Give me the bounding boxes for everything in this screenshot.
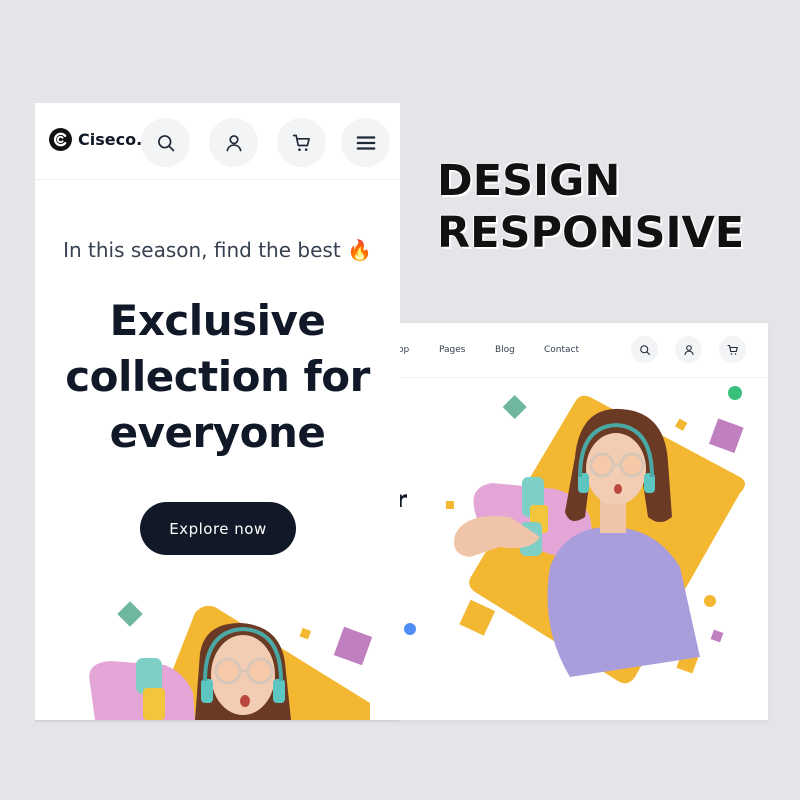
- user-icon[interactable]: [675, 336, 702, 363]
- headline-line-2: collection for: [65, 352, 370, 401]
- brand-logo[interactable]: Ciseco.: [48, 127, 142, 152]
- mobile-hero-image: [89, 601, 373, 720]
- explore-now-button[interactable]: Explore now: [140, 502, 296, 555]
- headline-line-3: everyone: [109, 408, 326, 457]
- cart-icon[interactable]: [277, 118, 326, 167]
- hero-tagline: In this season, find the best 🔥: [63, 238, 372, 262]
- hero-headline: Exclusive collection for everyone: [35, 293, 400, 461]
- nav-link-blog[interactable]: Blog: [495, 345, 515, 355]
- menu-icon[interactable]: [341, 118, 390, 167]
- search-icon[interactable]: [631, 336, 658, 363]
- title-line-1: DESIGN: [437, 156, 621, 206]
- mobile-header: Ciseco.: [35, 103, 400, 180]
- title-line-2: RESPONSIVE: [437, 208, 745, 258]
- nav-link-pages[interactable]: Pages: [439, 345, 465, 355]
- desktop-navbar: op Pages Blog Contact: [380, 323, 768, 378]
- nav-link-contact[interactable]: Contact: [544, 345, 579, 355]
- desktop-mockup: op Pages Blog Contact or: [380, 323, 768, 720]
- user-icon[interactable]: [209, 118, 258, 167]
- logo-icon: [49, 128, 72, 151]
- design-responsive-title: DESIGN RESPONSIVE: [437, 155, 777, 259]
- search-icon[interactable]: [141, 118, 190, 167]
- brand-name: Ciseco.: [78, 130, 143, 149]
- desktop-hero-image: [404, 386, 745, 684]
- headline-line-1: Exclusive: [109, 296, 326, 345]
- cart-icon[interactable]: [719, 336, 746, 363]
- mobile-mockup: Ciseco. In this season, find the best 🔥 …: [35, 103, 400, 722]
